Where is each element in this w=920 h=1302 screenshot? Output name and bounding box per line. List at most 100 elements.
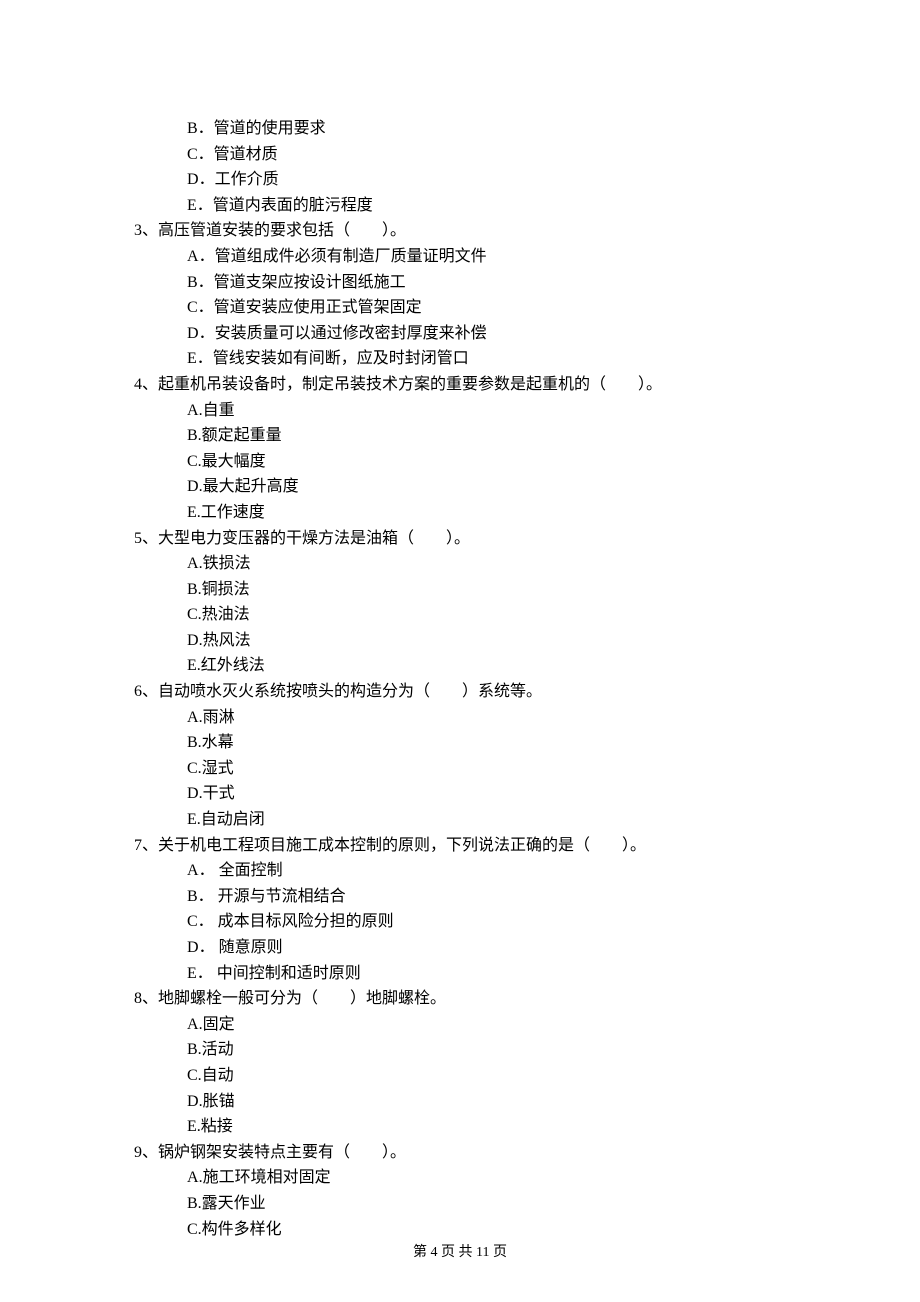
option-line: B．管道的使用要求 <box>134 116 810 142</box>
option-text: .湿式 <box>198 760 234 777</box>
option-line: C.最大幅度 <box>134 449 810 475</box>
option-line: B.额定起重量 <box>134 423 810 449</box>
option-text: ． 全面控制 <box>199 862 283 879</box>
option-text: .活动 <box>198 1041 234 1058</box>
option-text: .施工环境相对固定 <box>199 1169 331 1186</box>
option-letter: C <box>187 453 198 470</box>
option-text: .红外线法 <box>197 657 265 674</box>
option-letter: D <box>187 1093 199 1110</box>
option-line: C．管道材质 <box>134 142 810 168</box>
option-letter: E <box>187 965 197 982</box>
option-letter: B <box>187 888 198 905</box>
option-letter: E <box>187 1118 197 1135</box>
option-line: D.最大起升高度 <box>134 474 810 500</box>
option-text: .自动 <box>198 1067 234 1084</box>
option-letter: A <box>187 1016 199 1033</box>
option-line: E.工作速度 <box>134 500 810 526</box>
option-line: B． 开源与节流相结合 <box>134 884 810 910</box>
option-text: ．管道的使用要求 <box>198 120 326 137</box>
option-line: C．管道安装应使用正式管架固定 <box>134 295 810 321</box>
option-text: .最大幅度 <box>198 453 266 470</box>
option-line: A.自重 <box>134 398 810 424</box>
option-text: .构件多样化 <box>198 1221 282 1238</box>
option-line: D.热风法 <box>134 628 810 654</box>
option-letter: D <box>187 171 199 188</box>
question-text: 、起重机吊装设备时，制定吊装技术方案的重要参数是起重机的（ ）。 <box>142 376 662 393</box>
option-text: .自重 <box>199 402 235 419</box>
option-letter: B <box>187 1195 198 1212</box>
option-letter: D <box>187 325 199 342</box>
option-line: E.红外线法 <box>134 653 810 679</box>
option-line: D.干式 <box>134 781 810 807</box>
question-number: 9 <box>134 1144 142 1161</box>
question-number: 3 <box>134 222 142 239</box>
option-text: .自动启闭 <box>197 811 265 828</box>
page-footer: 第 4 页 共 11 页 <box>0 1242 920 1264</box>
option-letter: E <box>187 811 197 828</box>
option-letter: C <box>187 1067 198 1084</box>
option-text: .粘接 <box>197 1118 233 1135</box>
option-line: E． 中间控制和适时原则 <box>134 961 810 987</box>
option-line: D．工作介质 <box>134 167 810 193</box>
option-text: ． 中间控制和适时原则 <box>197 965 361 982</box>
option-line: D． 随意原则 <box>134 935 810 961</box>
option-letter: B <box>187 274 198 291</box>
option-letter: A <box>187 1169 199 1186</box>
question-number: 8 <box>134 990 142 1007</box>
option-line: B.铜损法 <box>134 577 810 603</box>
option-letter: E <box>187 197 197 214</box>
question-number: 7 <box>134 837 142 854</box>
option-text: .工作速度 <box>197 504 265 521</box>
option-line: B.水幕 <box>134 730 810 756</box>
footer-current: 4 <box>431 1245 438 1260</box>
footer-prefix: 第 <box>413 1245 431 1260</box>
option-text: .胀锚 <box>199 1093 235 1110</box>
option-letter: D <box>187 939 199 956</box>
option-letter: C <box>187 760 198 777</box>
question-text: 、地脚螺栓一般可分为（ ）地脚螺栓。 <box>142 990 446 1007</box>
option-line: A．管道组成件必须有制造厂质量证明文件 <box>134 244 810 270</box>
option-line: A.雨淋 <box>134 705 810 731</box>
footer-total: 11 <box>476 1245 489 1260</box>
question-number: 6 <box>134 683 142 700</box>
option-text: .雨淋 <box>199 709 235 726</box>
option-text: .水幕 <box>198 734 234 751</box>
option-text: ． 随意原则 <box>199 939 283 956</box>
option-line: A.固定 <box>134 1012 810 1038</box>
question-text: 、大型电力变压器的干燥方法是油箱（ ）。 <box>142 530 470 547</box>
option-line: E.自动启闭 <box>134 807 810 833</box>
option-text: ．管道支架应按设计图纸施工 <box>198 274 406 291</box>
option-text: ． 开源与节流相结合 <box>198 888 346 905</box>
question-text: 、高压管道安装的要求包括（ ）。 <box>142 222 406 239</box>
option-text: ．管道安装应使用正式管架固定 <box>198 299 422 316</box>
option-letter: C <box>187 146 198 163</box>
option-line: D．安装质量可以通过修改密封厚度来补偿 <box>134 321 810 347</box>
question-text: 、关于机电工程项目施工成本控制的原则，下列说法正确的是（ ）。 <box>142 837 646 854</box>
option-line: A.施工环境相对固定 <box>134 1165 810 1191</box>
option-text: ．工作介质 <box>199 171 279 188</box>
option-text: ．安装质量可以通过修改密封厚度来补偿 <box>199 325 487 342</box>
option-text: .最大起升高度 <box>199 478 299 495</box>
option-line: C.自动 <box>134 1063 810 1089</box>
option-letter: A <box>187 862 199 879</box>
option-line: D.胀锚 <box>134 1089 810 1115</box>
option-letter: B <box>187 1041 198 1058</box>
option-letter: B <box>187 734 198 751</box>
question-stem: 9、锅炉钢架安装特点主要有（ ）。 <box>134 1140 810 1166</box>
option-letter: E <box>187 657 197 674</box>
option-letter: D <box>187 632 199 649</box>
question-number: 5 <box>134 530 142 547</box>
footer-suffix: 页 <box>489 1245 507 1260</box>
option-line: C.热油法 <box>134 602 810 628</box>
option-letter: E <box>187 504 197 521</box>
question-stem: 5、大型电力变压器的干燥方法是油箱（ ）。 <box>134 526 810 552</box>
option-line: A． 全面控制 <box>134 858 810 884</box>
option-letter: B <box>187 581 198 598</box>
option-letter: D <box>187 785 199 802</box>
option-letter: A <box>187 555 199 572</box>
option-text: ．管道组成件必须有制造厂质量证明文件 <box>199 248 487 265</box>
option-line: A.铁损法 <box>134 551 810 577</box>
footer-middle: 页 共 <box>438 1245 477 1260</box>
option-text: .热油法 <box>198 606 250 623</box>
option-letter: C <box>187 1221 198 1238</box>
